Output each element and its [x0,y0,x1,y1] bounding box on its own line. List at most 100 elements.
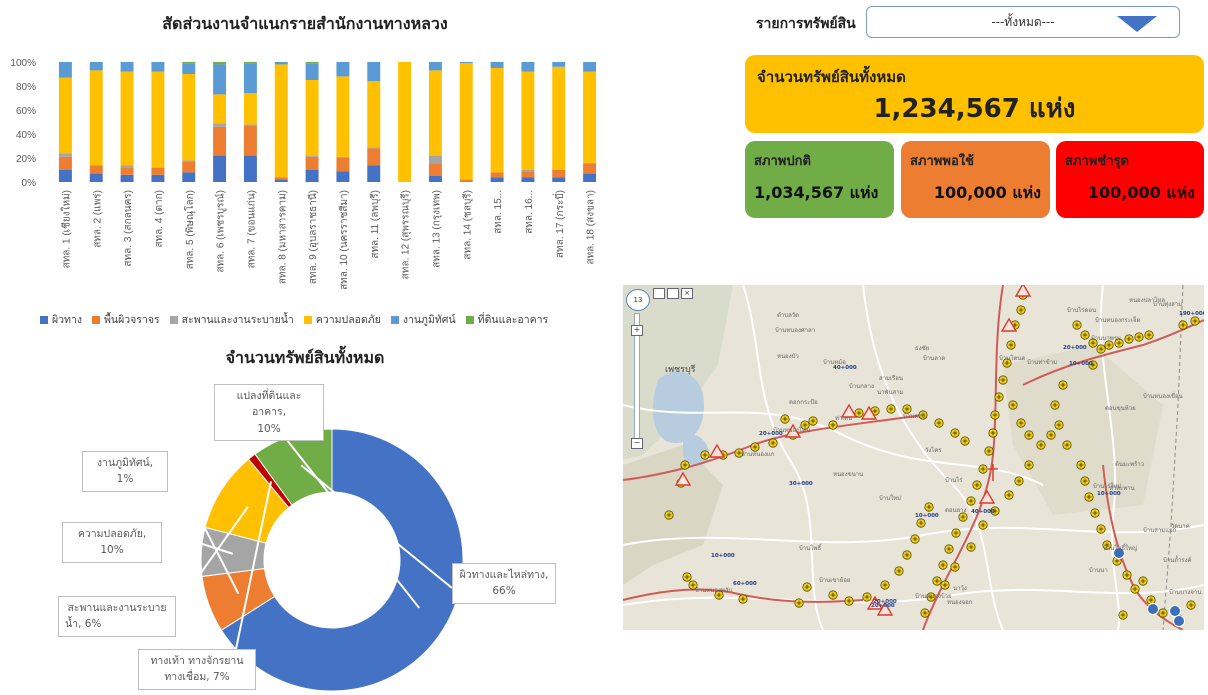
bar-segment [305,170,319,182]
map-place-label: บ้านโตนด [999,355,1026,362]
bar-chart-title: สัดส่วนงานจำแนกรายสำนักงานทางหลวง [162,14,448,33]
bar-segment [398,62,412,182]
bar-segment [305,80,319,156]
map-place-label: หนองบัว [777,353,799,360]
zoom-out-icon[interactable]: − [631,438,643,449]
bar-segment [120,167,134,175]
map-pan-control[interactable]: 13 [626,289,650,311]
bar-segment [58,153,72,157]
km-marker-label: 20+000 [1063,345,1087,351]
legend-item: งานภูมิทัศน์ [390,311,456,328]
callout-pavement: ผิวทางและไหล่ทาง, 66% [452,563,556,604]
y-tick-label: 20% [16,154,36,165]
km-marker-label: 20+000 [873,599,897,605]
x-category-label: สทล. 4 (ตาก) [154,190,165,248]
bar-segment [336,62,350,77]
map-place-label: นาวุ้ง [953,585,967,592]
km-marker-label: 190+000 [1179,311,1204,317]
bar-segment [182,63,196,74]
measure-tool-icon[interactable] [653,288,665,299]
normal-condition-card: สภาพปกติ 1,034,567 แห่ง [745,141,894,218]
bar-segment [151,62,165,72]
callout-land: แปลงที่ดินและอาคาร, 10% [214,384,324,441]
callout-land-line1: แปลงที่ดินและอาคาร, [236,390,302,419]
callout-bridge: สะพานและงานระบาย น้ำ, 6% [58,596,176,637]
bar-segment [89,165,103,174]
map-place-label: บ้านหนองโคน [773,427,811,434]
map-lake [653,371,704,444]
map-place-label: ท่าเสน [835,415,853,422]
layers-tool-icon[interactable] [667,288,679,299]
bar-segment [336,156,350,158]
asset-map[interactable]: 40+000 20+000 30+000 10+000 20+000 10+000 60+0… [623,285,1204,630]
bar-segment [151,174,165,182]
bar-segment [428,70,442,156]
bar-segment [120,174,134,182]
total-assets-card: จำนวนทรัพย์สินทั้งหมด 1,234,567 แห่ง [745,55,1204,133]
legend-swatch [303,315,312,324]
map-close-icon[interactable]: × [681,288,693,299]
km-marker-label: 60+000 [733,581,757,587]
bar-segment [182,161,196,173]
map-place-label: บ้านหนองกระเจ็ด [1095,317,1141,324]
y-tick-label: 40% [16,130,36,141]
map-place-label: บ้านท่าข้าม [1027,359,1058,366]
bar-segment [490,172,504,178]
x-category-label: สทล. 16... [524,190,535,234]
bar-segment [583,62,597,72]
legend-item: สะพานและงานระบายน้ำ [169,311,294,328]
x-category-label: สทล. 2 (แพร่) [92,190,103,248]
map-place-label: สามเรือน [879,375,903,382]
map-place-label: บ้านหนองเขื่อน [1143,393,1183,400]
bar-segment [274,64,288,178]
bar-segment [336,76,350,157]
callout-footpath: ทางเท้า ทางจักรยาน ทางเชื่อม, 7% [138,649,256,690]
x-category-label: สทล. 14 (ชลบุรี) [461,190,473,260]
map-place-label: บ้านทุ่งสาม [1153,301,1183,308]
map-place-label: บ้านหม้อ [823,359,846,366]
map-place-label: บ้านหนองบ้วย [915,593,952,600]
fair-condition-label: สภาพพอใช้ [910,154,974,169]
km-marker-label: 10+000 [915,513,939,519]
map-place-label: บ้านหนองศาลา [775,327,816,334]
bar-segment [89,173,103,182]
bar-segment [552,62,566,67]
map-place-label: ธงชัย [915,345,930,352]
legend-swatch [169,315,178,324]
asset-filter-dropdown[interactable]: ---ทั้งหมด--- [866,6,1180,38]
bar-segment [428,62,442,71]
stacked-bar-chart: 100% 80% 60% 40% 20% 0% สทล. 1 (เชียงใหม่) สทล.… [10,58,597,290]
blue-pin-icon [1147,603,1159,615]
x-category-label: สทล. 12 (สุพรรณบุรี) [400,190,412,279]
bar-segment [367,165,381,182]
map-place-label: ตำบลวัด [777,312,800,319]
legend-label: พื้นผิวจราจร [104,314,160,326]
bar-segment [120,62,134,72]
bar-segment [521,171,535,178]
bar-segment [459,63,473,180]
callout-safety-line1: ความปลอดภัย, 10% [77,528,147,557]
bar-segment [459,62,473,64]
map-place-label: หนองขนาน [833,471,864,478]
total-assets-value: 1,234,567 แห่ง [873,94,1076,124]
map-place-label: ดอนขุนห้วย [1105,405,1136,412]
bar-segment [305,155,319,157]
map-place-label: บ้านเขาย้อย [819,577,851,584]
bar-segment [120,71,134,166]
dropdown-arrow-icon[interactable] [1117,16,1157,32]
map-place-label: บ้านดอน [903,413,926,420]
bar-segment [58,156,72,170]
bar-segment [367,81,381,148]
y-tick-label: 0% [22,178,37,189]
map-place-label: ดอนยาง [945,507,967,514]
bar-segment [89,62,103,71]
legend-item: ความปลอดภัย [303,311,381,328]
bar-segment [336,171,350,182]
y-tick-label: 80% [16,82,36,93]
zoom-in-icon[interactable]: + [631,325,643,336]
bar-segment [305,62,319,64]
x-category-label: สทล. 17 (กระบี่) [552,190,566,258]
km-marker-label: 30+000 [789,481,813,487]
map-place-label: บ้านโพธิ์ [799,545,822,552]
x-category-label: สทล. 5 (พิษณุโลก) [183,190,196,269]
